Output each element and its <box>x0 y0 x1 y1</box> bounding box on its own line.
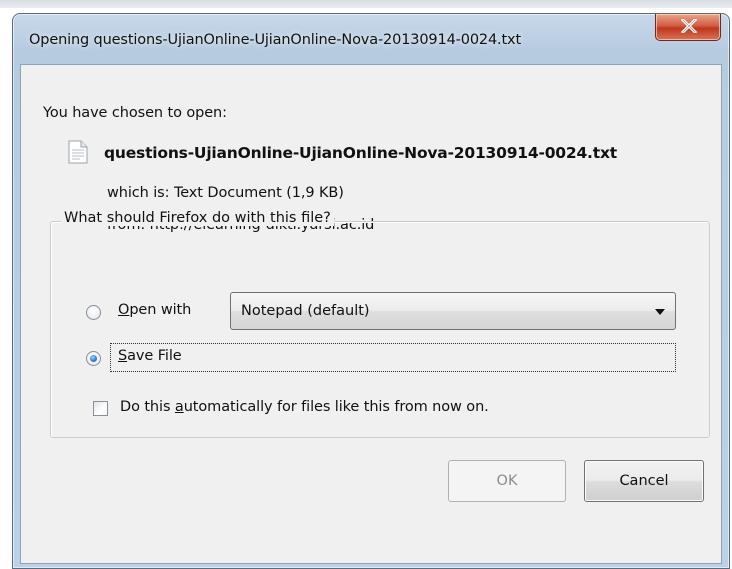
auto-action-label[interactable]: Do this automatically for files like thi… <box>120 399 489 415</box>
title-bar[interactable]: Opening questions-UjianOnline-UjianOnlin… <box>13 14 729 64</box>
save-file-radio[interactable] <box>86 351 101 366</box>
auto-action-label-after: utomatically for files like this from no… <box>183 399 489 415</box>
action-group-legend: What should Firefox do with this file? <box>61 210 334 226</box>
window-title: Opening questions-UjianOnline-UjianOnlin… <box>29 32 522 48</box>
application-dropdown[interactable]: Notepad (default) <box>230 292 676 330</box>
save-file-focus-ring <box>110 343 676 372</box>
cancel-button[interactable]: Cancel <box>584 460 704 502</box>
download-dialog: Opening questions-UjianOnline-UjianOnlin… <box>12 13 730 569</box>
file-name: questions-UjianOnline-UjianOnline-Nova-2… <box>104 144 617 162</box>
application-dropdown-value: Notepad (default) <box>241 303 370 319</box>
open-with-label-rest: pen with <box>129 302 192 318</box>
auto-action-checkbox[interactable] <box>93 401 108 416</box>
ok-button[interactable]: OK <box>448 460 566 502</box>
open-with-mnemonic: O <box>118 302 130 318</box>
close-x-icon <box>681 19 697 33</box>
file-type-line: which is: Text Document (1,9 KB) <box>107 185 344 201</box>
save-file-label[interactable]: Save File <box>118 348 182 364</box>
background-edge <box>0 0 732 8</box>
file-type-value: Text Document (1,9 KB) <box>173 185 344 201</box>
text-document-icon <box>68 140 88 164</box>
save-file-label-rest: ave File <box>127 348 182 364</box>
intro-text: You have chosen to open: <box>43 105 227 121</box>
open-with-label[interactable]: Open with <box>118 302 191 318</box>
save-file-mnemonic: S <box>118 348 128 364</box>
auto-action-mnemonic: a <box>174 399 184 415</box>
file-type-label: which is: <box>107 185 170 201</box>
close-button[interactable] <box>655 14 721 41</box>
chevron-down-icon <box>655 309 665 315</box>
auto-action-label-before: Do this <box>120 399 175 415</box>
open-with-radio[interactable] <box>86 305 101 320</box>
